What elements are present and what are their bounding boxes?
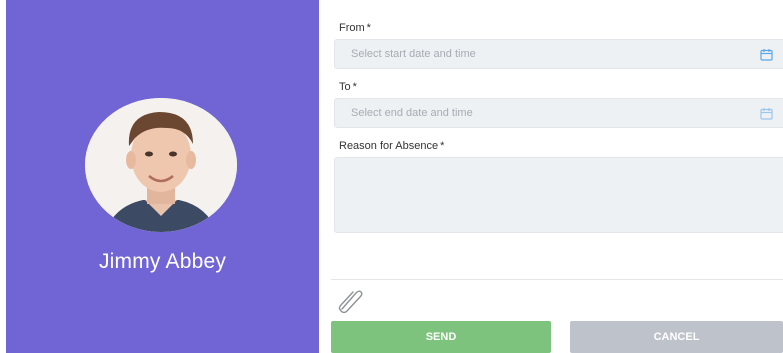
calendar-icon[interactable]	[760, 107, 773, 120]
to-required-mark: *	[352, 81, 357, 93]
profile-panel: Jimmy Abbey	[6, 0, 319, 353]
send-button[interactable]: SEND	[331, 321, 551, 353]
from-label-text: From	[339, 22, 365, 34]
cancel-button[interactable]: CANCEL	[570, 321, 783, 353]
profile-name: Jimmy Abbey	[98, 250, 227, 273]
avatar	[85, 98, 237, 232]
paperclip-icon[interactable]	[334, 287, 364, 313]
to-label: To *	[339, 81, 357, 93]
avatar-photo	[85, 98, 237, 232]
absence-form: From * Select start date and time To * Sel…	[319, 0, 783, 353]
start-datetime-field[interactable]: Select start date and time	[334, 39, 783, 69]
from-label: From *	[339, 22, 371, 34]
reason-textarea[interactable]	[334, 157, 783, 233]
end-datetime-placeholder: Select end date and time	[351, 107, 473, 119]
from-required-mark: *	[366, 22, 371, 34]
start-datetime-placeholder: Select start date and time	[351, 48, 476, 60]
reason-label: Reason for Absence *	[339, 140, 444, 152]
reason-required-mark: *	[440, 140, 445, 152]
divider	[331, 279, 783, 280]
calendar-icon[interactable]	[760, 48, 773, 61]
reason-label-text: Reason for Absence	[339, 140, 439, 152]
end-datetime-field[interactable]: Select end date and time	[334, 98, 783, 128]
to-label-text: To	[339, 81, 351, 93]
